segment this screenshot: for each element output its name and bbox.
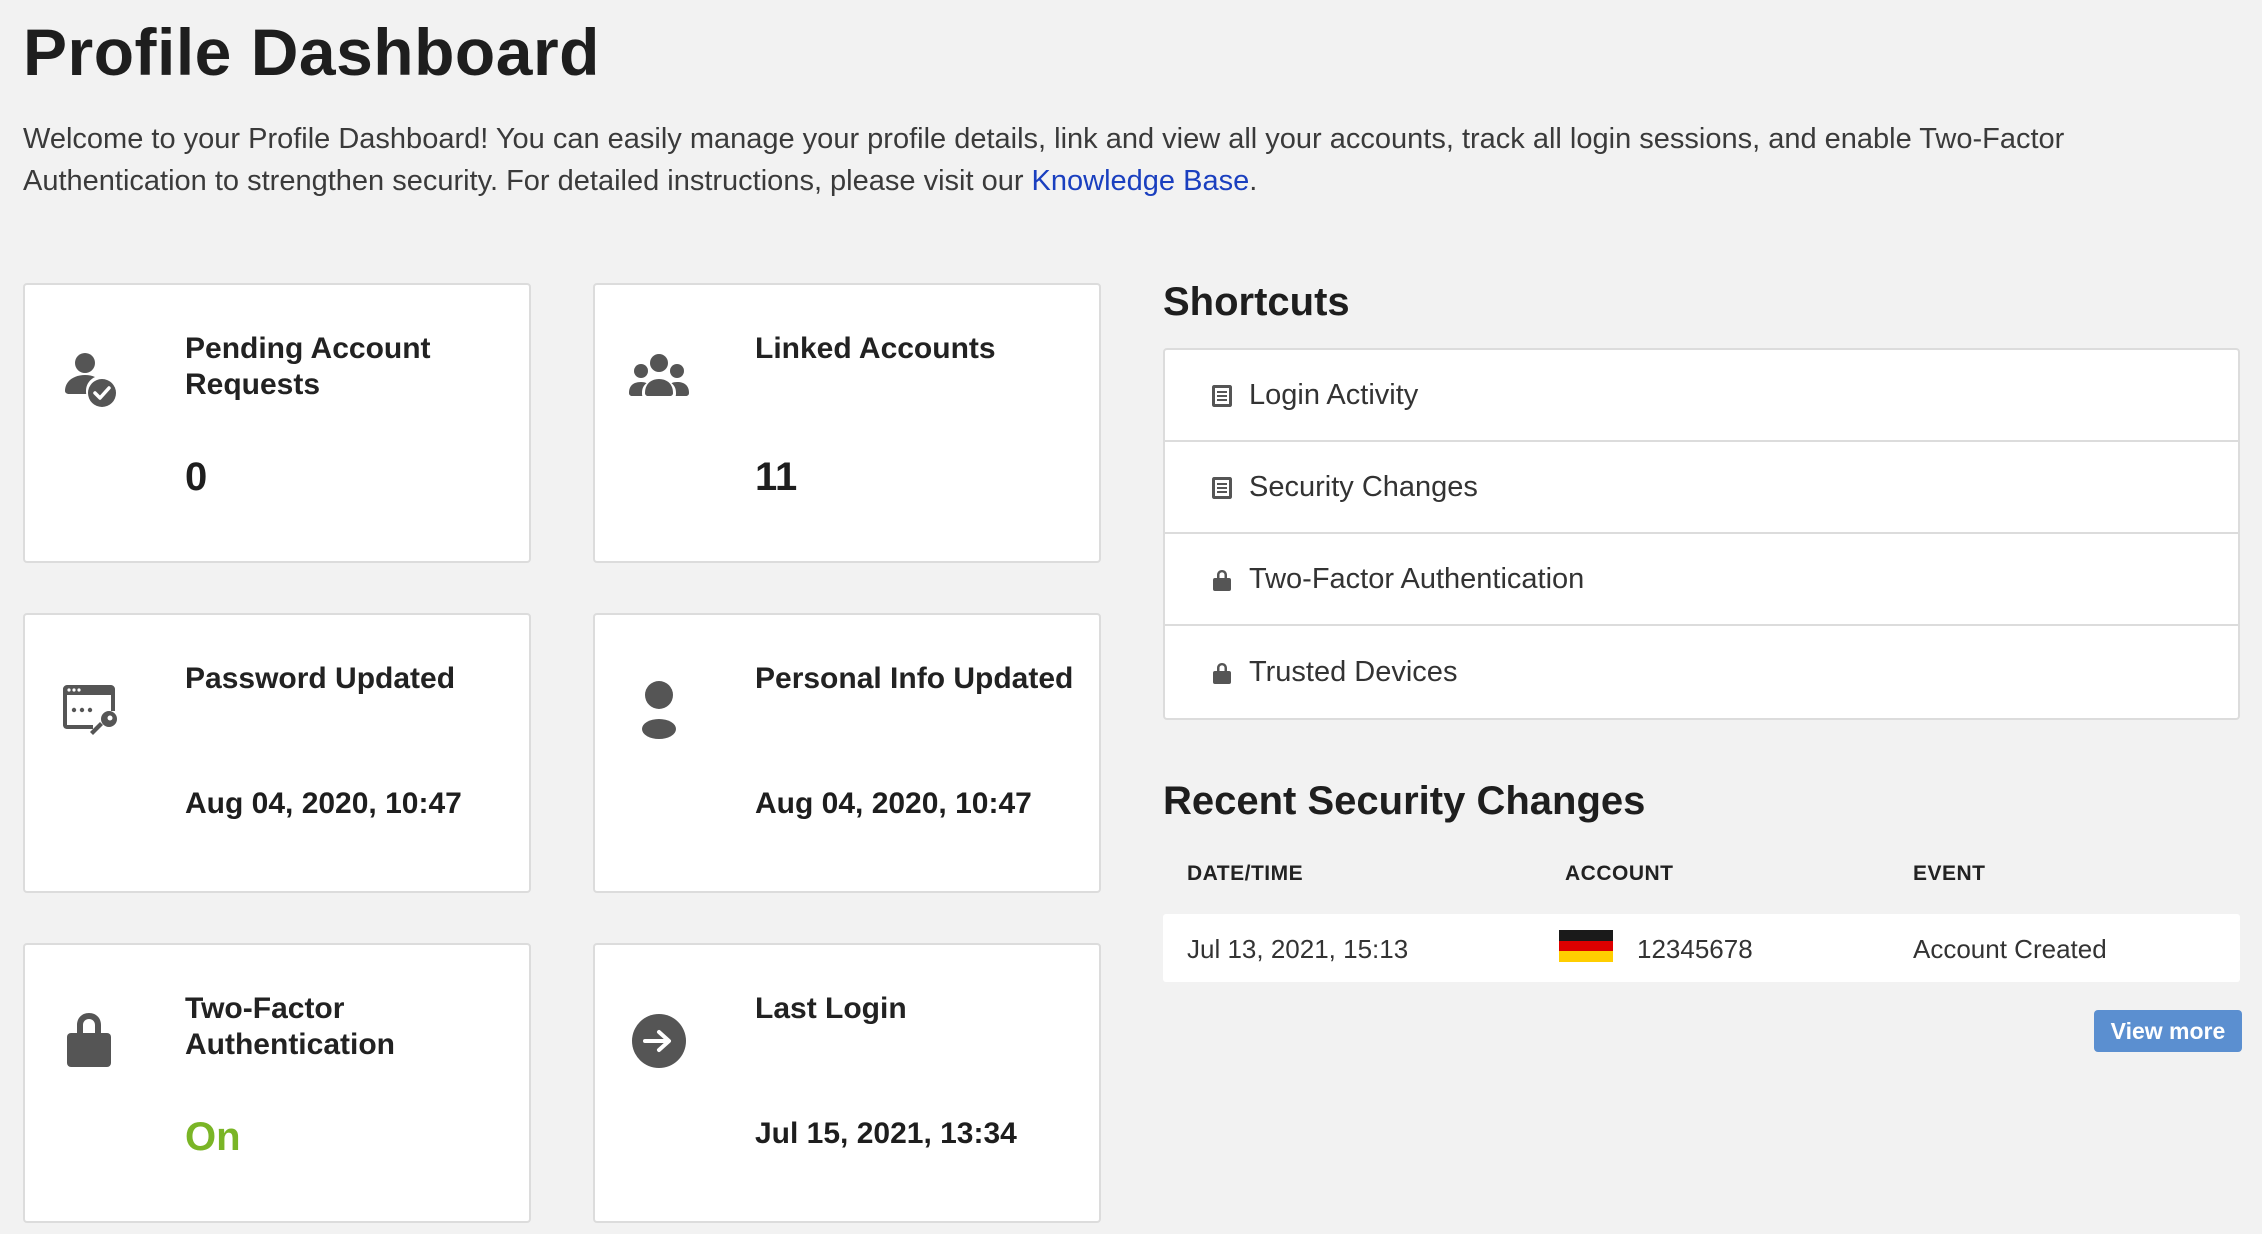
card-value: Jul 15, 2021, 13:34 bbox=[755, 1117, 1017, 1150]
last-login-card[interactable]: Last Login Jul 15, 2021, 13:34 bbox=[593, 943, 1101, 1223]
security-changes-table-header: DATE/TIME ACCOUNT EVENT bbox=[1163, 862, 2240, 898]
shortcut-two-factor-authentication[interactable]: Two-Factor Authentication bbox=[1165, 534, 2238, 626]
shortcut-label: Two-Factor Authentication bbox=[1249, 562, 1585, 595]
linked-accounts-card[interactable]: Linked Accounts 11 bbox=[593, 283, 1101, 563]
view-more-button[interactable]: View more bbox=[2094, 1010, 2242, 1052]
group-icon bbox=[627, 347, 691, 411]
shortcuts-title: Shortcuts bbox=[1163, 280, 1350, 324]
document-icon bbox=[1211, 475, 1233, 499]
column-header-datetime: DATE/TIME bbox=[1187, 862, 1304, 885]
profile-dashboard-page: Profile Dashboard Welcome to your Profil… bbox=[0, 0, 2262, 1234]
page-title: Profile Dashboard bbox=[23, 15, 600, 89]
card-label: Password Updated bbox=[185, 662, 456, 695]
column-header-account: ACCOUNT bbox=[1565, 862, 1674, 885]
shortcut-security-changes[interactable]: Security Changes bbox=[1165, 442, 2238, 534]
knowledge-base-link[interactable]: Knowledge Base bbox=[1032, 165, 1250, 197]
card-label: Pending Account Requests bbox=[185, 332, 431, 401]
user-check-icon bbox=[57, 347, 121, 411]
row-event: Account Created bbox=[1913, 934, 2107, 964]
person-icon bbox=[627, 677, 691, 741]
card-label: Two-Factor Authentication bbox=[185, 992, 395, 1061]
recent-security-changes-title: Recent Security Changes bbox=[1163, 779, 1646, 823]
intro-suffix: . bbox=[1249, 165, 1258, 197]
card-label: Personal Info Updated bbox=[755, 662, 1074, 695]
password-key-icon bbox=[57, 677, 121, 741]
card-value: Aug 04, 2020, 10:47 bbox=[755, 787, 1032, 820]
two-factor-status: On bbox=[185, 1115, 241, 1159]
shortcut-trusted-devices[interactable]: Trusted Devices bbox=[1165, 626, 2238, 718]
personal-info-updated-card[interactable]: Personal Info Updated Aug 04, 2020, 10:4… bbox=[593, 613, 1101, 893]
shortcut-login-activity[interactable]: Login Activity bbox=[1165, 350, 2238, 442]
germany-flag-icon bbox=[1559, 930, 1613, 963]
shortcuts-list: Login Activity Security Changes Two-Fact… bbox=[1163, 348, 2240, 720]
card-value: 0 bbox=[185, 455, 208, 499]
pending-account-requests-card[interactable]: Pending Account Requests 0 bbox=[23, 283, 531, 563]
lock-icon bbox=[57, 1007, 121, 1071]
column-header-event: EVENT bbox=[1913, 862, 1986, 885]
card-value: Aug 04, 2020, 10:47 bbox=[185, 787, 462, 820]
card-value: 11 bbox=[755, 455, 798, 499]
lock-icon bbox=[1211, 567, 1233, 591]
row-account: 12345678 bbox=[1637, 934, 1753, 964]
row-datetime: Jul 13, 2021, 15:13 bbox=[1187, 934, 1409, 964]
login-arrow-icon bbox=[627, 1007, 691, 1071]
shortcut-label: Trusted Devices bbox=[1249, 655, 1458, 688]
shortcut-label: Security Changes bbox=[1249, 470, 1478, 503]
intro-text: Welcome to your Profile Dashboard! You c… bbox=[23, 118, 2163, 202]
card-label: Last Login bbox=[755, 992, 907, 1025]
card-label: Linked Accounts bbox=[755, 332, 996, 365]
shortcut-label: Login Activity bbox=[1249, 378, 1419, 411]
table-row[interactable]: Jul 13, 2021, 15:13 12345678 Account Cre… bbox=[1163, 914, 2240, 982]
password-updated-card[interactable]: Password Updated Aug 04, 2020, 10:47 bbox=[23, 613, 531, 893]
two-factor-authentication-card[interactable]: Two-Factor Authentication On bbox=[23, 943, 531, 1223]
lock-icon bbox=[1211, 660, 1233, 684]
document-icon bbox=[1211, 383, 1233, 407]
